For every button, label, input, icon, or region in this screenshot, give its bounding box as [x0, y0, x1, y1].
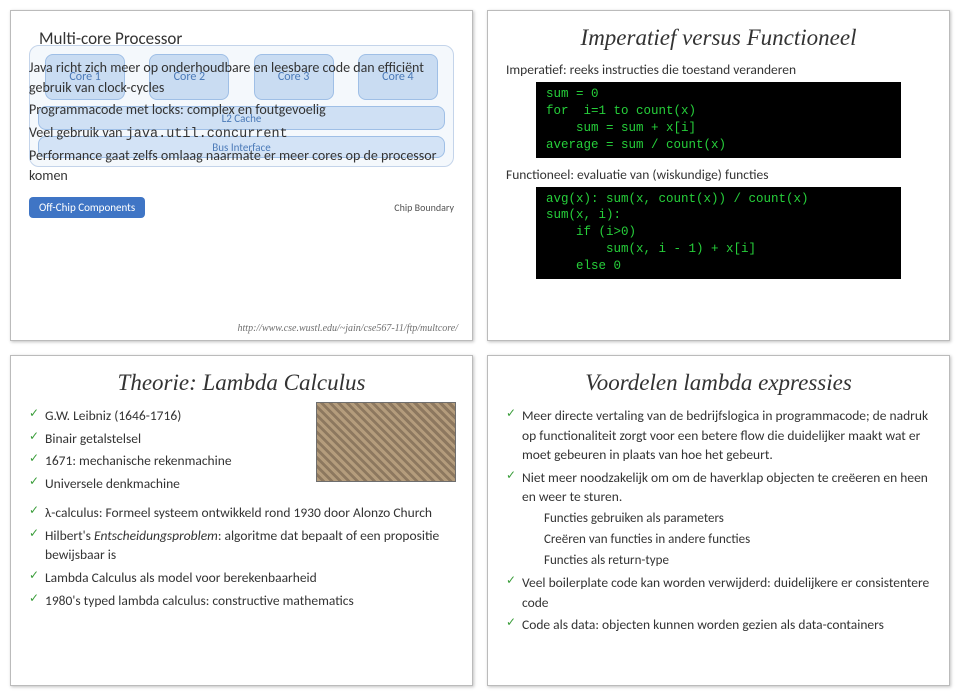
advantage-bullets: Meer directe vertaling van de bedrijfslo…: [506, 406, 931, 635]
slide-title: Voordelen lambda expressies: [506, 370, 931, 396]
bullet-code-as-data: Code als data: objecten kunnen worden ge…: [506, 615, 931, 635]
sub-create: Creëren van functies in andere functies: [544, 531, 931, 550]
bullet-model: Lambda Calculus als model voor berekenba…: [29, 568, 454, 588]
subhead-imperatief: Imperatief: reeks instructies die toesta…: [506, 61, 931, 78]
subhead-functioneel: Functioneel: evaluatie van (wiskundige) …: [506, 166, 931, 183]
bullet-denkmachine: Universele denkmachine: [29, 474, 289, 494]
bullet-locks: Programmacode met locks: complex en fout…: [29, 100, 454, 120]
slide-voordelen-lambda: Voordelen lambda expressies Meer directe…: [487, 355, 950, 686]
slide-title: Imperatief versus Functioneel: [506, 25, 931, 51]
slide-title: Theorie: Lambda Calculus: [29, 370, 454, 396]
bullet-direct-translation: Meer directe vertaling van de bedrijfslo…: [506, 406, 931, 465]
sub-params: Functies gebruiken als parameters: [544, 510, 931, 529]
bullet-readable-code: Java richt zich meer op onderhoudbare en…: [29, 58, 454, 99]
bullet-util-concurrent: Veel gebruik van java.util.concurrent: [29, 123, 454, 145]
slide-multicore: Core 1 Core 2 Core 3 Core 4 L2 Cache Bus…: [10, 10, 473, 341]
sub-return: Functies als return-type: [544, 552, 931, 571]
bullet-typed: 1980's typed lambda calculus: constructi…: [29, 591, 454, 611]
code-functional: avg(x): sum(x, count(x)) / count(x) sum(…: [536, 187, 901, 279]
bottom-bullets: λ-calculus: Formeel systeem ontwikkeld r…: [29, 503, 454, 610]
code-java-util-concurrent: java.util.concurrent: [126, 127, 288, 142]
slide-lambda-theory: Theorie: Lambda Calculus G.W. Leibniz (1…: [10, 355, 473, 686]
leibniz-machine-image: [316, 402, 456, 482]
slide-imperatief-functioneel: Imperatief versus Functioneel Imperatief…: [487, 10, 950, 341]
bullet-leibniz: G.W. Leibniz (1646-1716): [29, 406, 289, 426]
bullet-binary: Binair getalstelsel: [29, 429, 289, 449]
offchip-box: Off-Chip Components: [29, 197, 145, 218]
source-link: http://www.cse.wustl.edu/~jain/cse567-11…: [238, 323, 458, 334]
top-bullets: G.W. Leibniz (1646-1716) Binair getalste…: [29, 406, 289, 493]
bullet-1671: 1671: mechanische rekenmachine: [29, 451, 289, 471]
sub-bullets: Functies gebruiken als parameters Creëre…: [544, 510, 931, 571]
chip-boundary-label: Chip Boundary: [394, 201, 454, 214]
bullet-boilerplate: Veel boilerplate code kan worden verwijd…: [506, 573, 931, 612]
bullet-hilbert: Hilbert's Entscheidungsproblem: algoritm…: [29, 526, 454, 565]
code-imperative: sum = 0 for i=1 to count(x) sum = sum + …: [536, 82, 901, 158]
slide-title: Multi-core Processor: [39, 27, 454, 52]
bullet-performance: Performance gaat zelfs omlaag naarmate e…: [29, 146, 454, 187]
bullet-lambda-calculus: λ-calculus: Formeel systeem ontwikkeld r…: [29, 503, 454, 523]
bullet-no-objects: Niet meer noodzakelijk om om de haverkla…: [506, 468, 931, 571]
